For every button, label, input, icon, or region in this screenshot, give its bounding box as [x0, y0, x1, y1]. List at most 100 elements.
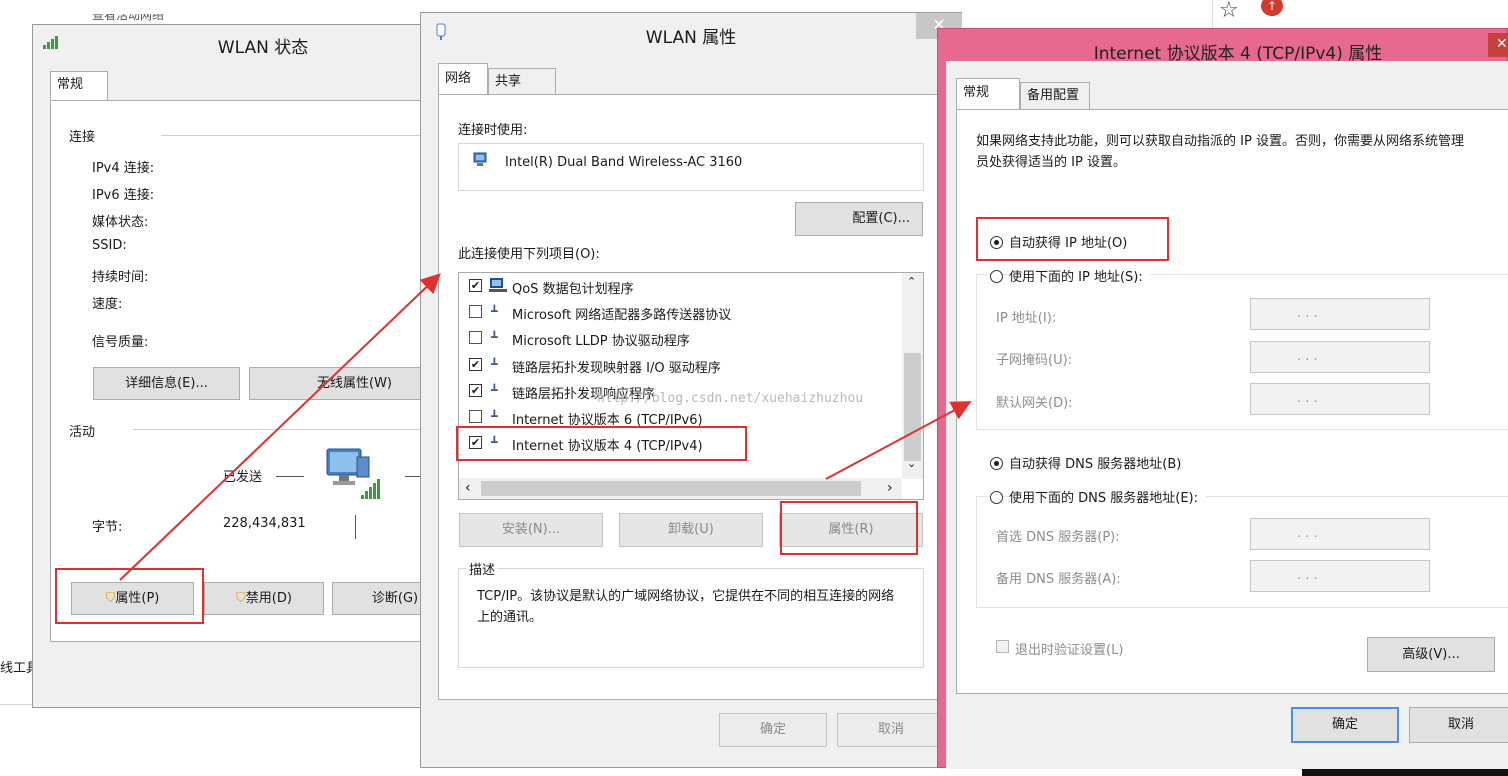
item-checkbox-lldp[interactable]	[469, 331, 482, 344]
configure-button[interactable]: 配置(C)...	[795, 202, 923, 236]
uninstall-button[interactable]: 卸载(U)	[619, 513, 763, 547]
tab-sharing[interactable]: 共享	[488, 68, 556, 95]
scroll-thumb[interactable]	[904, 353, 921, 461]
close-icon[interactable]: ✕	[1488, 33, 1508, 57]
scroll-down-icon[interactable]: ⌄	[907, 457, 916, 470]
tab-network[interactable]: 网络	[438, 63, 488, 95]
wlan-properties-title: WLAN 属性	[645, 28, 737, 48]
gateway-label: 默认网关(D):	[996, 396, 1073, 411]
item-label-lldp: Microsoft LLDP 协议驱动程序	[512, 334, 690, 349]
preferred-dns-field[interactable]: . . .	[1250, 518, 1430, 550]
media-row: 媒体状态:	[92, 215, 149, 230]
gateway-dots: . . .	[1297, 391, 1318, 406]
validate-checkbox[interactable]	[996, 640, 1009, 653]
gateway-field[interactable]: . . .	[1250, 383, 1430, 415]
network-computer-icon	[325, 447, 385, 499]
protocol-icon: ┻	[491, 331, 498, 344]
highlight-status-properties	[55, 568, 204, 624]
background-top-text: 查看活动网络	[92, 14, 165, 22]
signal-quality-label: 信号质量:	[92, 335, 149, 350]
item-checkbox-ipv6[interactable]	[469, 410, 482, 423]
qos-icon	[489, 277, 507, 293]
manual-dns-label[interactable]: 使用下面的 DNS 服务器地址(E):	[1009, 487, 1206, 506]
ipv4-ok-button[interactable]: 确定	[1291, 707, 1399, 743]
tab-ipv4-general[interactable]: 常规	[956, 78, 1020, 110]
item-label-lltd-mapper: 链路层拓扑发现映射器 I/O 驱动程序	[512, 361, 721, 376]
item-checkbox-lltd-responder[interactable]: ✔	[469, 384, 482, 397]
tab-alternate-config[interactable]: 备用配置	[1020, 82, 1090, 110]
details-button[interactable]: 详细信息(E)...	[93, 367, 240, 400]
subnet-label: 子网掩码(U):	[996, 353, 1073, 368]
tab-general[interactable]: 常规	[50, 71, 108, 101]
install-button[interactable]: 安装(N)...	[459, 513, 603, 547]
bytes-label: 字节:	[92, 520, 123, 535]
connection-divider	[161, 135, 453, 136]
alternate-dns-field[interactable]: . . .	[1250, 560, 1430, 592]
advanced-button[interactable]: 高级(V)...	[1367, 637, 1495, 672]
star-icon[interactable]: ☆	[1219, 0, 1239, 23]
preferred-dns-label: 首选 DNS 服务器(P):	[996, 530, 1120, 545]
connection-section-label: 连接	[69, 130, 96, 145]
adapter-name: Intel(R) Dual Band Wireless-AC 3160	[505, 155, 743, 170]
ipv4-row: IPv4 连接:	[92, 161, 155, 176]
activity-divider	[133, 429, 453, 430]
item-label-multiplexor: Microsoft 网络适配器多路传送器协议	[512, 308, 732, 323]
protocol-icon: ┻	[491, 410, 498, 423]
hscroll-thumb[interactable]	[481, 481, 861, 496]
item-checkbox-qos[interactable]: ✔	[469, 279, 482, 292]
intro-text: 如果网络支持此功能，则可以获取自动指派的 IP 设置。否则，你需要从网络系统管理…	[976, 134, 1464, 170]
adapter-icon	[473, 152, 489, 168]
items-label: 此连接使用下列项目(O):	[458, 247, 600, 262]
auto-dns-label[interactable]: 自动获得 DNS 服务器地址(B)	[1009, 453, 1181, 472]
alternate-dns-label: 备用 DNS 服务器(A):	[996, 572, 1121, 587]
auto-dns-radio[interactable]	[990, 457, 1003, 470]
description-label: 描述	[467, 559, 498, 578]
ok-button[interactable]: 确定	[719, 713, 827, 747]
disable-label: 禁用(D)	[245, 591, 292, 606]
signal-icon	[43, 35, 61, 49]
ipv6-row: IPv6 连接:	[92, 188, 155, 203]
scroll-up-icon[interactable]: ⌃	[907, 275, 916, 288]
ipv4-cancel-button[interactable]: 取消	[1409, 707, 1508, 743]
preferred-dns-dots: . . .	[1297, 526, 1318, 541]
item-checkbox-multiplexor[interactable]	[469, 305, 482, 318]
bytes-separator	[355, 515, 356, 539]
cancel-button[interactable]: 取消	[837, 713, 945, 747]
protocol-icon: ┻	[491, 305, 498, 318]
protocol-icon: ┻	[491, 358, 498, 371]
watermark: http://blog.csdn.net/xuehaizhuzhou	[597, 391, 864, 406]
ip-address-dots: . . .	[1297, 306, 1318, 321]
ip-address-label: IP 地址(I):	[996, 311, 1057, 326]
validate-label: 退出时验证设置(L)	[1015, 643, 1124, 658]
highlight-ipv4-item	[456, 426, 747, 461]
wlan-status-title: WLAN 状态	[217, 38, 309, 58]
manual-ip-radio[interactable]	[990, 270, 1003, 283]
scroll-right-icon[interactable]: ›	[887, 480, 893, 496]
highlight-item-properties	[780, 501, 918, 555]
alternate-dns-dots: . . .	[1297, 568, 1318, 583]
description-text: TCP/IP。该协议是默认的广域网络协议，它提供在不同的相互连接的网络上的通讯。	[477, 589, 895, 625]
item-label-qos: QoS 数据包计划程序	[512, 282, 634, 297]
bytes-sent-value: 228,434,831	[223, 516, 306, 531]
protocol-icon: ┻	[491, 384, 498, 397]
speed-row: 速度:	[92, 297, 123, 312]
disable-button[interactable]: ⛉禁用(D)	[204, 582, 324, 615]
connect-using-label: 连接时使用:	[458, 123, 528, 138]
activity-section-label: 活动	[69, 425, 96, 440]
subnet-dots: . . .	[1297, 349, 1318, 364]
browser-toolbar: ☆ ↑	[1212, 0, 1302, 30]
browser-extension-icon[interactable]: ↑	[1261, 0, 1283, 16]
subnet-field[interactable]: . . .	[1250, 341, 1430, 373]
adapter-window-icon	[435, 23, 447, 41]
manual-dns-radio[interactable]	[990, 491, 1003, 504]
items-hscrollbar[interactable]: ‹ ›	[459, 478, 902, 499]
manual-ip-label[interactable]: 使用下面的 IP 地址(S):	[1009, 266, 1151, 285]
shield-icon: ⛉	[236, 591, 246, 606]
item-checkbox-lltd-mapper[interactable]: ✔	[469, 358, 482, 371]
ip-address-field[interactable]: . . .	[1250, 298, 1430, 330]
scroll-left-icon[interactable]: ‹	[465, 480, 471, 496]
sent-label: 已发送	[223, 470, 263, 485]
highlight-auto-ip	[976, 217, 1169, 261]
sent-line	[276, 476, 304, 477]
items-scrollbar[interactable]: ⌃ ⌄	[902, 273, 923, 479]
